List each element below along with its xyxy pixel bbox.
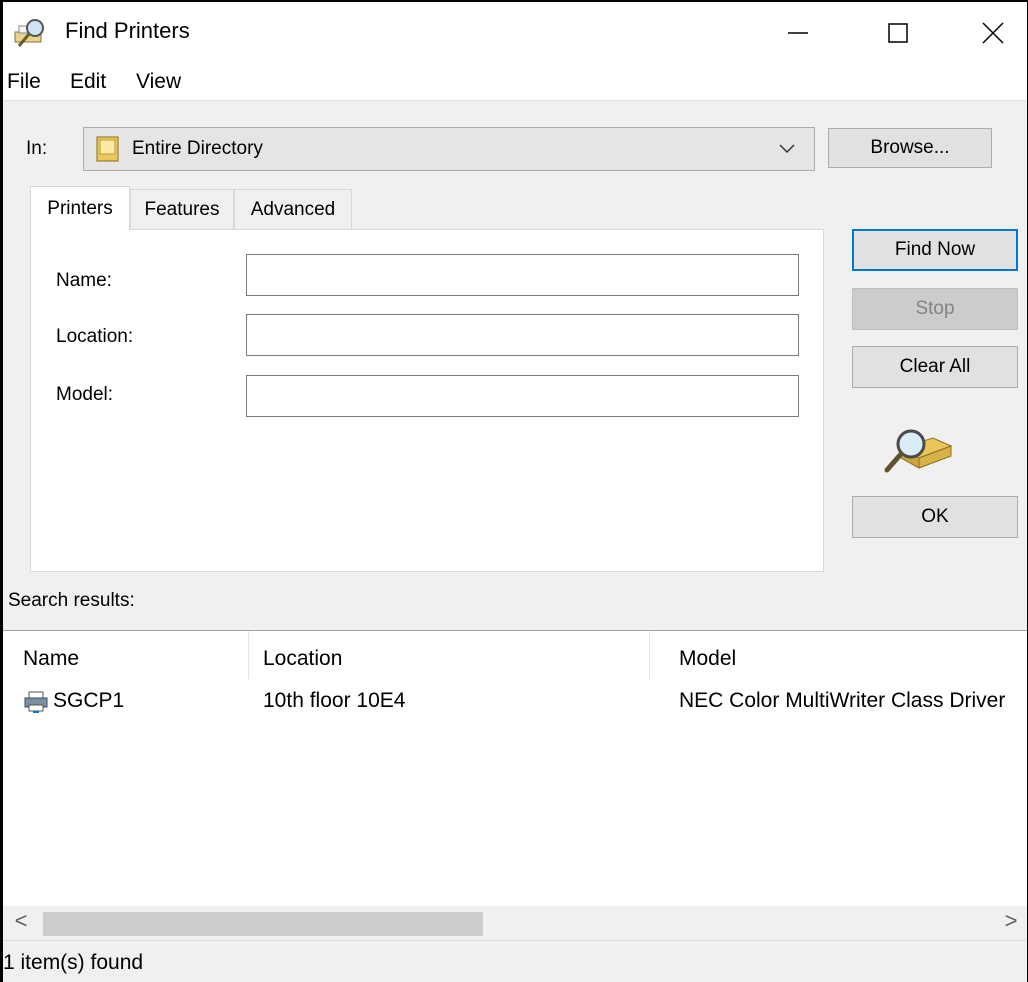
title-bar: Find Printers (3, 2, 1027, 64)
model-label: Model: (56, 384, 114, 405)
browse-button[interactable]: Browse... (828, 128, 992, 168)
in-scope-combobox[interactable]: Entire Directory (83, 127, 815, 171)
name-field[interactable] (246, 254, 799, 296)
find-printers-window: Find Printers File Edit View In: Entire … (0, 0, 1028, 982)
location-field[interactable] (246, 314, 799, 356)
name-label: Name: (56, 270, 112, 291)
minimize-icon (788, 32, 808, 34)
find-printer-icon (14, 19, 44, 47)
menu-edit[interactable]: Edit (70, 70, 106, 94)
scroll-right-arrow-icon[interactable]: > (999, 908, 1023, 938)
menu-view[interactable]: View (136, 70, 181, 94)
model-field[interactable] (246, 375, 799, 417)
window-title: Find Printers (65, 18, 190, 43)
menu-bar: File Edit View (3, 64, 1027, 101)
column-header-name[interactable]: Name (23, 647, 79, 671)
scrollbar-thumb[interactable] (43, 912, 483, 936)
chevron-down-icon (779, 144, 795, 154)
stop-button[interactable]: Stop (852, 288, 1018, 330)
find-printer-icon (884, 429, 953, 473)
tab-advanced[interactable]: Advanced (234, 189, 352, 229)
cell-name: SGCP1 (53, 689, 125, 712)
find-now-button[interactable]: Find Now (852, 229, 1018, 271)
printers-tab-panel: Name: Location: Model: (30, 229, 824, 572)
column-header-model[interactable]: Model (679, 647, 736, 671)
tab-printers[interactable]: Printers (30, 186, 130, 230)
directory-book-icon (96, 136, 119, 162)
close-icon (982, 22, 1004, 44)
scroll-left-arrow-icon[interactable]: < (9, 908, 33, 938)
status-text: 1 item(s) found (3, 951, 144, 974)
maximize-icon (888, 23, 908, 43)
minimize-button[interactable] (753, 2, 843, 64)
horizontal-scrollbar[interactable]: < > (3, 906, 1027, 940)
column-divider[interactable] (248, 631, 249, 679)
table-row[interactable]: SGCP1 10th floor 10E4 NEC Color MultiWri… (3, 683, 1027, 719)
printer-icon (24, 691, 48, 713)
close-button[interactable] (948, 2, 1027, 64)
in-label: In: (26, 138, 48, 159)
cell-model: NEC Color MultiWriter Class Driver (679, 689, 1006, 712)
menu-file[interactable]: File (7, 70, 41, 94)
column-divider[interactable] (649, 631, 650, 679)
clear-all-button[interactable]: Clear All (852, 346, 1018, 388)
search-results-label: Search results: (8, 590, 135, 611)
status-bar: 1 item(s) found (3, 940, 1027, 982)
in-scope-value: Entire Directory (132, 138, 263, 159)
results-list[interactable]: Name Location Model SGCP1 10th floor 10E… (3, 630, 1027, 941)
ok-button[interactable]: OK (852, 496, 1018, 538)
location-label: Location: (56, 326, 134, 347)
cell-location: 10th floor 10E4 (263, 689, 406, 712)
column-header-location[interactable]: Location (263, 647, 342, 671)
tab-features[interactable]: Features (130, 189, 234, 229)
maximize-button[interactable] (853, 2, 943, 64)
